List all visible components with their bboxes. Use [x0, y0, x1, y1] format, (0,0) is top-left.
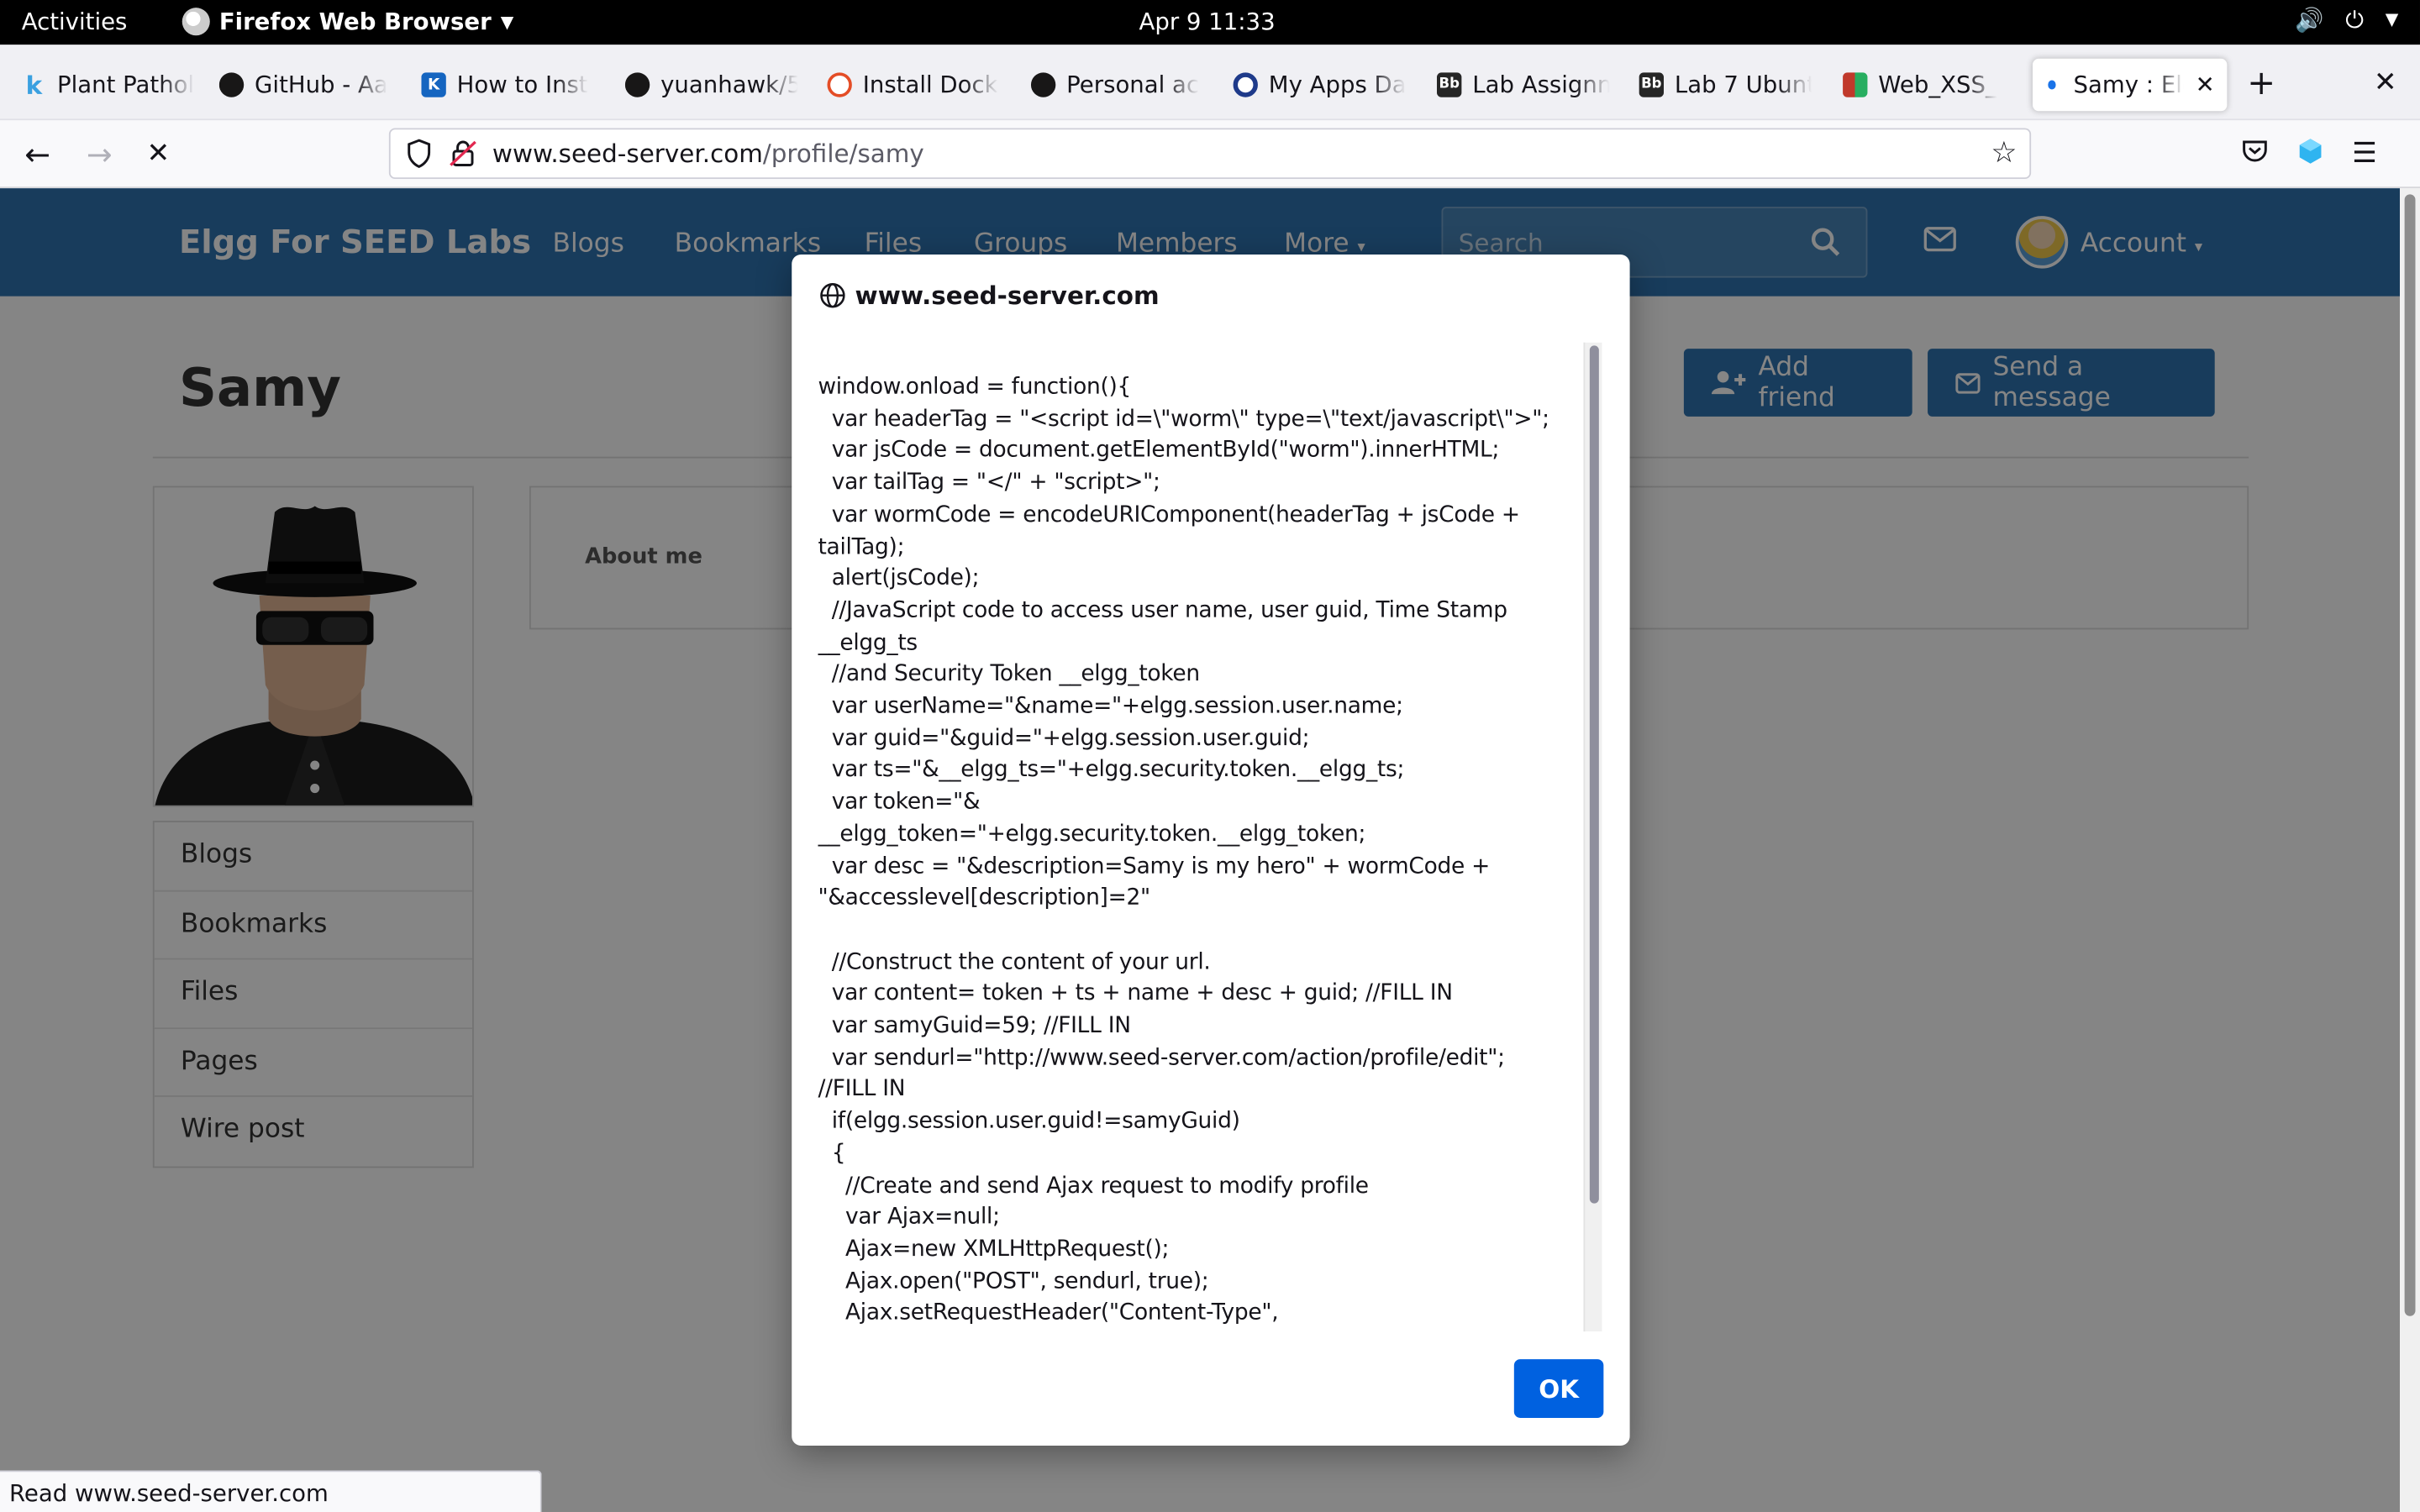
k-icon: K: [421, 72, 446, 97]
tab-lab-assignment[interactable]: Bb Lab Assignn: [1436, 59, 1610, 111]
grid-icon: [1843, 72, 1868, 97]
page-scrollbar-thumb[interactable]: [2404, 194, 2416, 1316]
app-menu[interactable]: Firefox Web Browser ▼: [182, 8, 514, 36]
toolbar-right: ☰: [2241, 137, 2377, 172]
shield-icon[interactable]: [406, 139, 432, 174]
k-icon: k: [25, 70, 43, 100]
github-icon: [218, 72, 245, 97]
tab-web-xss[interactable]: Web_XSS_: [1843, 59, 2016, 111]
forward-button[interactable]: →: [87, 136, 113, 173]
tab-label: Personal ac: [1066, 71, 1200, 99]
ok-button[interactable]: OK: [1513, 1359, 1604, 1418]
tab-lab-7-ubuntu[interactable]: Bb Lab 7 Ubunt: [1639, 59, 1812, 111]
close-tab-icon[interactable]: ✕: [2196, 71, 2215, 98]
dialog-scrollbar[interactable]: [1583, 342, 1602, 1332]
tab-label: Samy : Ele: [2073, 71, 2185, 99]
stop-loading-button[interactable]: ✕: [146, 137, 170, 170]
alert-dialog: www.seed-server.com window.onload = func…: [792, 255, 1630, 1446]
globe-icon: [820, 283, 845, 308]
tab-label: Install Dock: [862, 71, 998, 99]
tab-install-docker[interactable]: Install Dock: [827, 59, 1000, 111]
tab-label: yuanhawk/5: [660, 71, 798, 99]
tab-github-aa[interactable]: GitHub - Aa: [218, 59, 392, 111]
tab-label: Plant Pathol: [56, 71, 195, 99]
volume-icon: 🔊: [2295, 6, 2324, 34]
tab-label: Web_XSS_: [1878, 71, 1997, 99]
firefox-icon: [182, 8, 210, 36]
github-icon: [624, 72, 650, 97]
dot-icon: [2048, 80, 2057, 90]
system-tray[interactable]: 🔊 ⏻ ▼: [2295, 6, 2398, 34]
tab-label: How to Inst: [456, 71, 588, 99]
url-text: www.seed-server.com/profile/samy: [492, 139, 924, 168]
hamburger-menu-icon[interactable]: ☰: [2352, 137, 2377, 172]
chevron-down-icon: ▼: [2385, 9, 2399, 29]
blackboard-icon: Bb: [1436, 72, 1462, 97]
tab-strip: k Plant Pathol GitHub - Aa K How to Inst…: [0, 45, 2420, 121]
okta-icon: [1233, 72, 1258, 97]
dialog-origin: www.seed-server.com: [855, 281, 1160, 311]
url-bar[interactable]: www.seed-server.com/profile/samy ☆: [388, 128, 2032, 180]
chevron-down-icon: ▼: [500, 11, 514, 32]
tab-my-apps[interactable]: My Apps Da: [1233, 59, 1407, 111]
system-top-bar: Activities Firefox Web Browser ▼ Apr 9 1…: [0, 0, 2420, 45]
activities-button[interactable]: Activities: [22, 8, 128, 35]
dialog-scrollbar-thumb[interactable]: [1589, 345, 1599, 1204]
dialog-message-text: window.onload = function(){ var headerTa…: [818, 375, 1549, 1326]
new-tab-button[interactable]: +: [2247, 65, 2275, 103]
extension-icon[interactable]: [2296, 137, 2324, 172]
pocket-icon[interactable]: [2241, 137, 2269, 172]
page-scrollbar[interactable]: [2400, 188, 2420, 1512]
url-domain: www.seed-server.com: [492, 139, 763, 169]
blackboard-icon: Bb: [1639, 72, 1664, 97]
close-window-button[interactable]: ✕: [2374, 66, 2397, 99]
tab-label: GitHub - Aa: [255, 71, 388, 99]
tab-samy-elgg[interactable]: Samy : Ele ✕: [2032, 58, 2228, 112]
power-icon: ⏻: [2345, 6, 2365, 34]
github-icon: [1030, 72, 1056, 97]
tab-how-to-install[interactable]: K How to Inst: [421, 59, 594, 111]
docker-icon: [827, 72, 852, 97]
dialog-message[interactable]: window.onload = function(){ var headerTa…: [818, 350, 1597, 1333]
tab-yuanhawk[interactable]: yuanhawk/5: [624, 59, 798, 111]
tab-label: Lab Assignn: [1472, 71, 1610, 99]
navigation-toolbar: ← → ✕ www.seed-server.com/profile/samy ☆…: [0, 120, 2420, 189]
app-name: Firefox Web Browser: [218, 8, 492, 36]
clock[interactable]: Apr 9 11:33: [1139, 8, 1276, 35]
tab-personal-access[interactable]: Personal ac: [1030, 59, 1204, 111]
tab-label: Lab 7 Ubunt: [1674, 71, 1812, 99]
insecure-lock-icon[interactable]: [449, 139, 476, 174]
dialog-title: www.seed-server.com: [819, 281, 1160, 311]
bookmark-star-icon[interactable]: ☆: [1991, 136, 2017, 170]
tab-plant-pathology[interactable]: k Plant Pathol: [22, 59, 195, 111]
status-bar: Read www.seed-server.com: [0, 1470, 542, 1512]
url-path: /profile/samy: [762, 139, 924, 169]
back-button[interactable]: ←: [24, 136, 50, 173]
tab-label: My Apps Da: [1268, 71, 1407, 99]
